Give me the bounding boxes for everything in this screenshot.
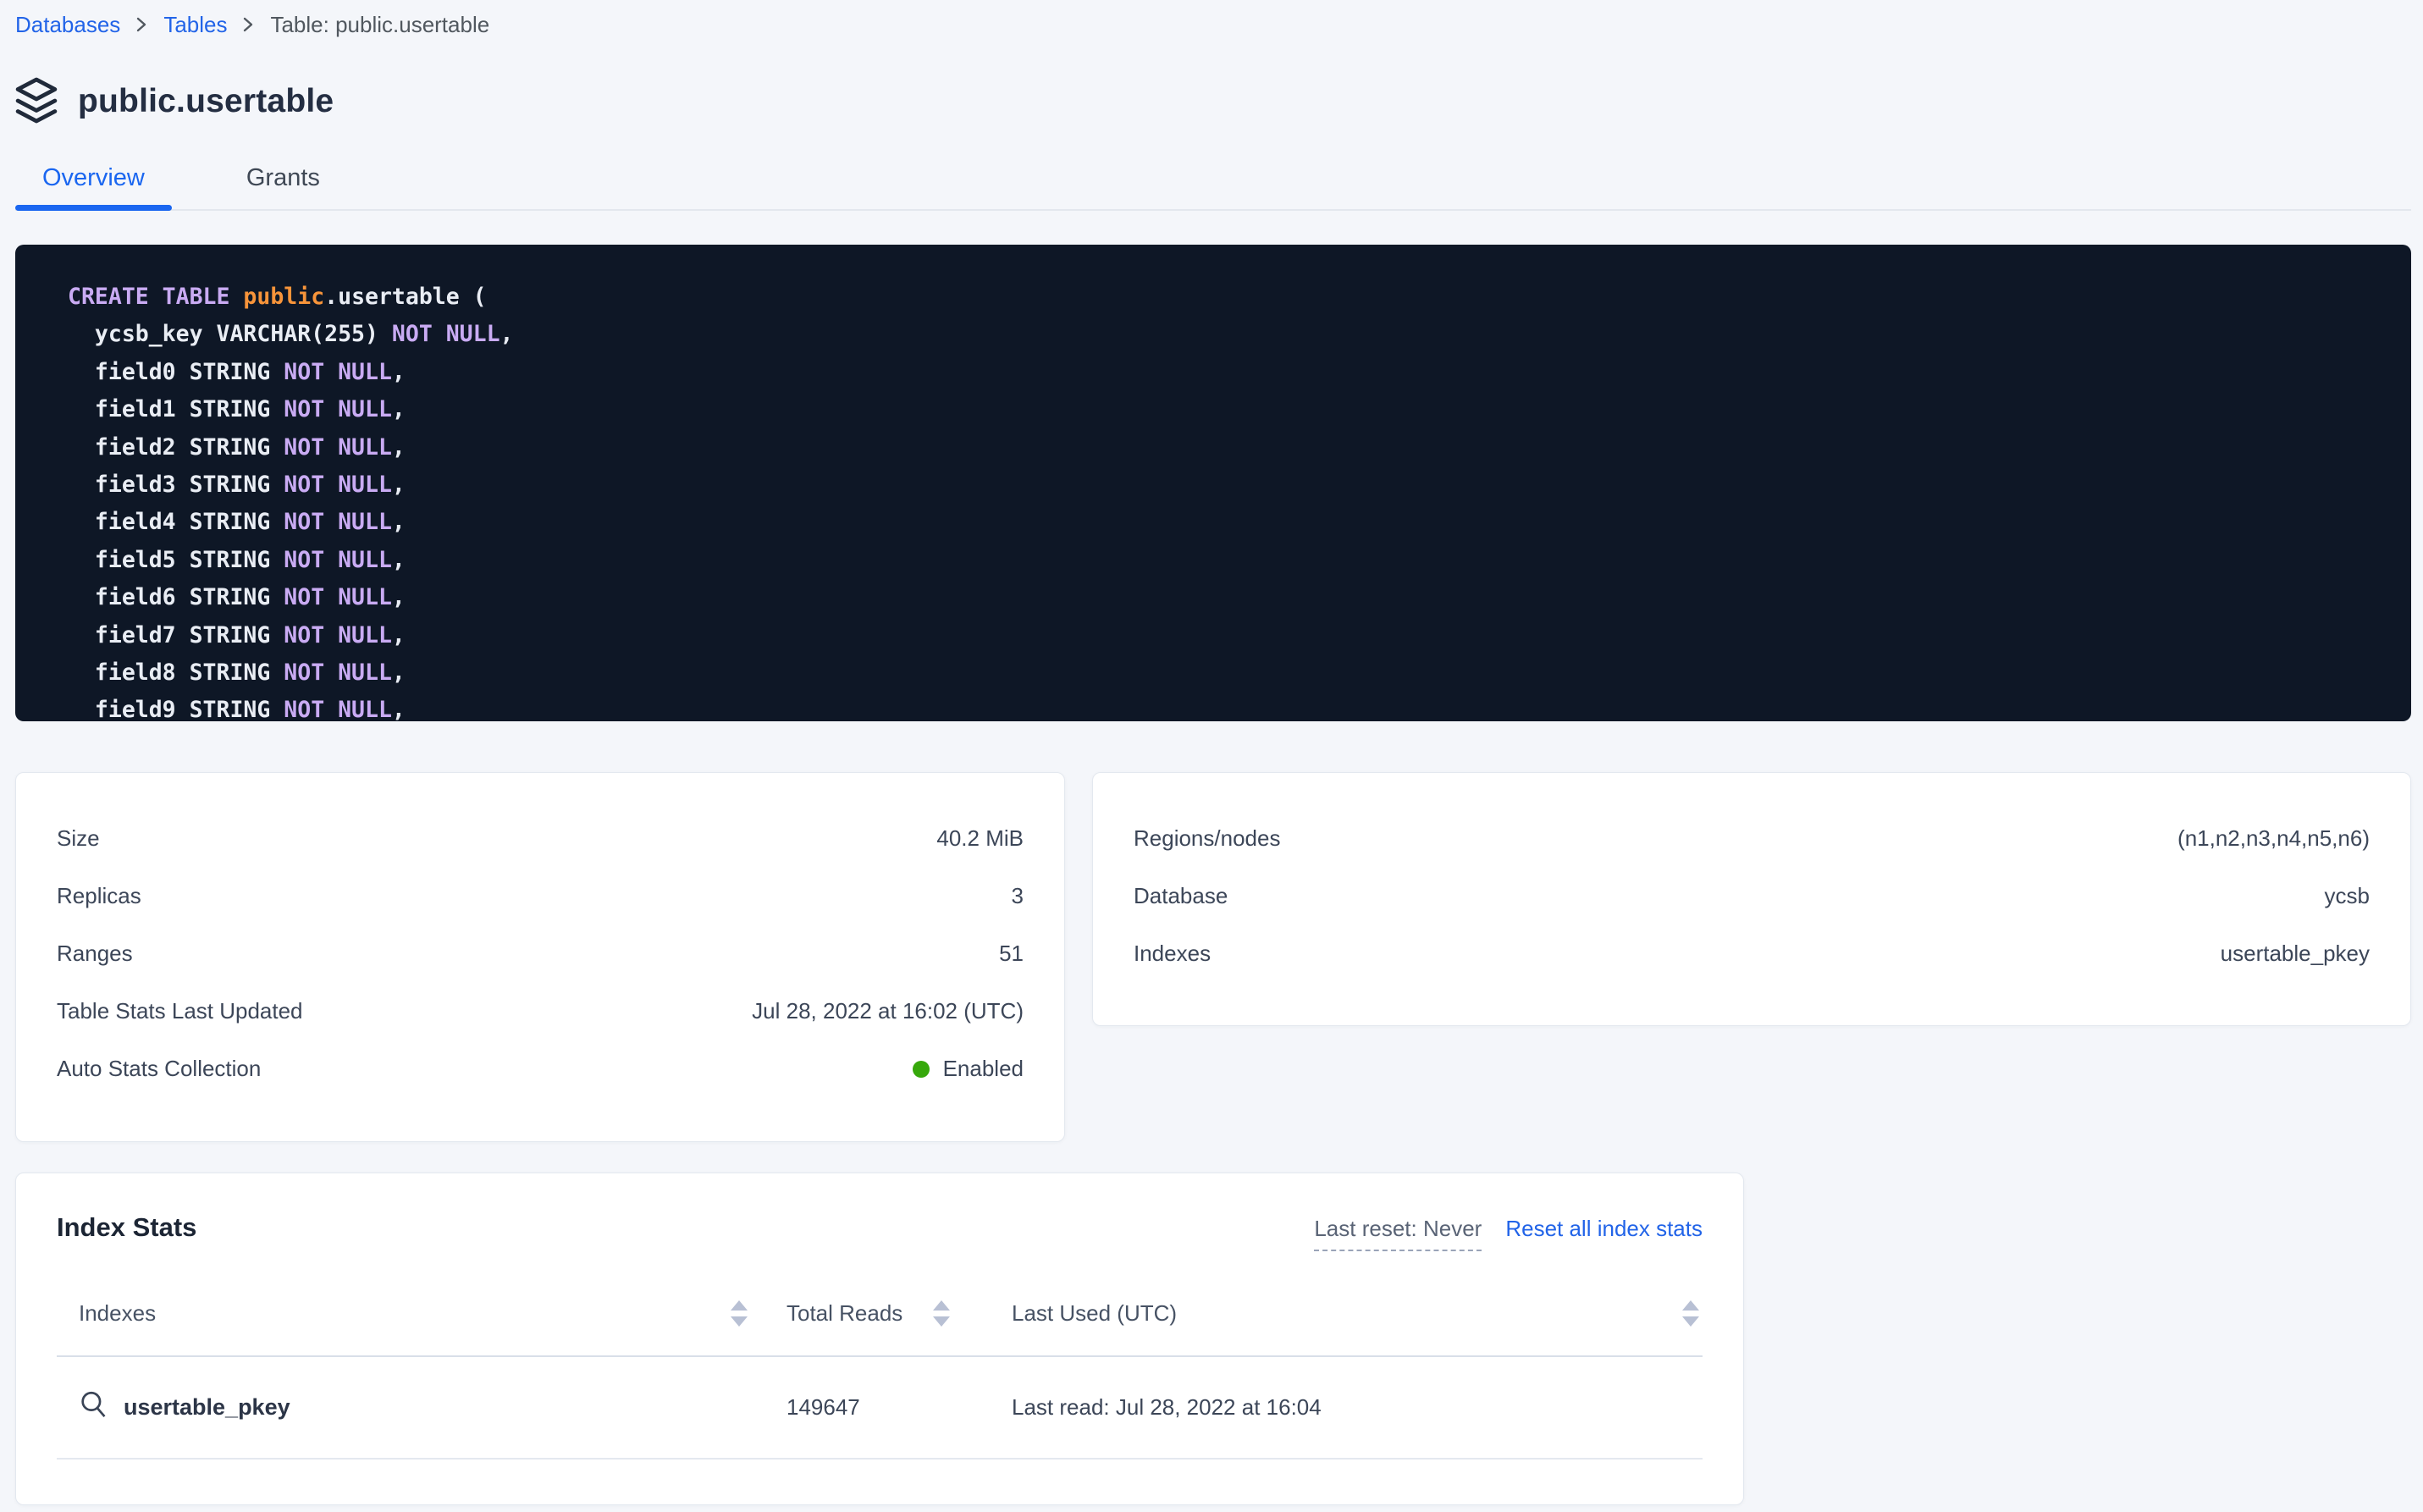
detail-value: Jul 28, 2022 at 16:02 (UTC)	[752, 998, 1024, 1024]
breadcrumb-tables[interactable]: Tables	[163, 12, 227, 38]
create-table-sql[interactable]: CREATE TABLE public.usertable ( ycsb_key…	[15, 245, 2411, 721]
detail-value: (n1,n2,n3,n4,n5,n6)	[2177, 825, 2370, 852]
detail-row-ranges: Ranges 51	[57, 941, 1024, 998]
detail-row-size: Size 40.2 MiB	[57, 825, 1024, 883]
code-line: field2 STRING NOT NULL,	[68, 429, 2377, 466]
detail-row-regions: Regions/nodes (n1,n2,n3,n4,n5,n6)	[1134, 825, 2370, 883]
detail-label: Database	[1134, 883, 1228, 909]
detail-row-replicas: Replicas 3	[57, 883, 1024, 941]
status-badge: Enabled	[913, 1056, 1024, 1082]
code-line: CREATE TABLE public.usertable (	[68, 279, 2377, 316]
index-table-header: Indexes Total Reads Last Used (UTC)	[57, 1300, 1703, 1357]
sort-icon	[933, 1300, 950, 1327]
tab-overview[interactable]: Overview	[15, 157, 172, 209]
code-line: field3 STRING NOT NULL,	[68, 466, 2377, 504]
code-line: field1 STRING NOT NULL,	[68, 391, 2377, 428]
code-line: field8 STRING NOT NULL,	[68, 654, 2377, 692]
reset-area: Last reset: Never Reset all index stats	[1314, 1216, 1703, 1251]
sort-icon	[1682, 1300, 1699, 1327]
detail-label: Table Stats Last Updated	[57, 998, 303, 1024]
index-table-row: usertable_pkey 149647 Last read: Jul 28,…	[57, 1357, 1703, 1460]
tab-grants[interactable]: Grants	[219, 157, 347, 209]
detail-row-indexes: Indexes usertable_pkey	[1134, 941, 2370, 998]
detail-label: Regions/nodes	[1134, 825, 1280, 852]
detail-row-database: Database ycsb	[1134, 883, 2370, 941]
detail-label: Size	[57, 825, 100, 852]
index-name-cell[interactable]: usertable_pkey	[57, 1389, 787, 1426]
detail-label: Replicas	[57, 883, 141, 909]
code-line: field5 STRING NOT NULL,	[68, 542, 2377, 579]
column-header-indexes[interactable]: Indexes	[57, 1300, 787, 1327]
breadcrumb-current: Table: public.usertable	[270, 12, 489, 38]
detail-value: 40.2 MiB	[936, 825, 1024, 852]
detail-row-auto-stats: Auto Stats Collection Enabled	[57, 1056, 1024, 1113]
table-stack-icon	[15, 76, 58, 128]
index-stats-title: Index Stats	[57, 1212, 196, 1243]
detail-label: Auto Stats Collection	[57, 1056, 261, 1082]
column-label: Last Used (UTC)	[1012, 1300, 1177, 1327]
index-name: usertable_pkey	[124, 1394, 290, 1421]
index-stats-header: Index Stats Last reset: Never Reset all …	[57, 1212, 1703, 1251]
detail-value: 3	[1012, 883, 1024, 909]
code-line: ycsb_key VARCHAR(255) NOT NULL,	[68, 316, 2377, 353]
tab-bar: Overview Grants	[15, 157, 2411, 211]
status-enabled-dot-icon	[913, 1061, 930, 1078]
page-title: public.usertable	[78, 83, 334, 120]
column-header-total-reads[interactable]: Total Reads	[787, 1300, 1012, 1327]
index-stats-card: Index Stats Last reset: Never Reset all …	[15, 1173, 1744, 1505]
code-line: field9 STRING NOT NULL,	[68, 692, 2377, 721]
status-text: Enabled	[943, 1056, 1024, 1082]
reset-all-index-stats-link[interactable]: Reset all index stats	[1505, 1216, 1703, 1242]
column-header-last-used[interactable]: Last Used (UTC)	[1012, 1300, 1703, 1327]
detail-cards: Size 40.2 MiB Replicas 3 Ranges 51 Table…	[15, 772, 2411, 1142]
breadcrumb-databases[interactable]: Databases	[15, 12, 120, 38]
table-details-card: Size 40.2 MiB Replicas 3 Ranges 51 Table…	[15, 772, 1065, 1142]
breadcrumb: Databases Tables Table: public.usertable	[15, 0, 2411, 37]
detail-value: ycsb	[2325, 883, 2370, 909]
detail-row-stats-updated: Table Stats Last Updated Jul 28, 2022 at…	[57, 998, 1024, 1056]
code-line: field0 STRING NOT NULL,	[68, 354, 2377, 391]
code-line: field7 STRING NOT NULL,	[68, 617, 2377, 654]
last-reset-label: Last reset: Never	[1314, 1216, 1482, 1251]
table-detail-page: Databases Tables Table: public.usertable…	[0, 0, 2423, 1512]
page-header: public.usertable	[15, 74, 2411, 129]
total-reads-cell: 149647	[787, 1394, 1012, 1421]
code-line: field4 STRING NOT NULL,	[68, 504, 2377, 541]
column-label: Total Reads	[787, 1300, 902, 1327]
detail-label: Indexes	[1134, 941, 1211, 967]
last-used-cell: Last read: Jul 28, 2022 at 16:04	[1012, 1394, 1703, 1421]
chevron-right-icon	[242, 14, 255, 35]
placement-details-card: Regions/nodes (n1,n2,n3,n4,n5,n6) Databa…	[1092, 772, 2411, 1026]
detail-value: usertable_pkey	[2221, 941, 2370, 967]
detail-label: Ranges	[57, 941, 133, 967]
chevron-right-icon	[135, 14, 148, 35]
sort-icon	[731, 1300, 748, 1327]
detail-value: 51	[999, 941, 1024, 967]
magnifier-icon	[79, 1389, 108, 1426]
column-label: Indexes	[79, 1300, 156, 1327]
code-line: field6 STRING NOT NULL,	[68, 579, 2377, 616]
